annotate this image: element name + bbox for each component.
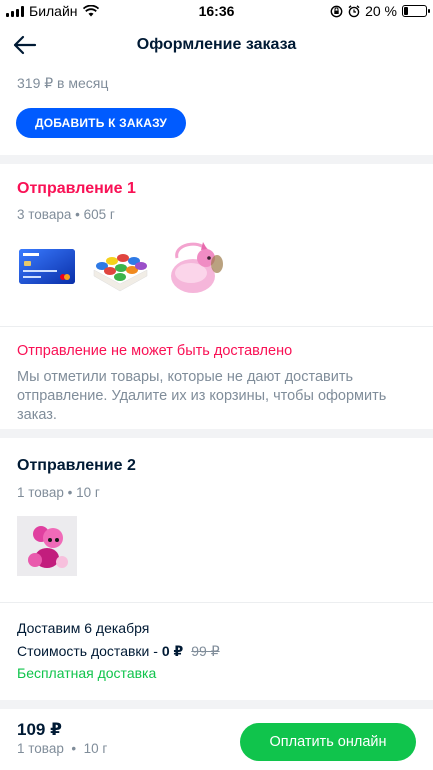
product-lol-doll[interactable]	[17, 516, 77, 576]
nav-header: Оформление заказа	[0, 26, 433, 66]
status-right: 20 %	[330, 3, 430, 19]
subscription-price: 319 ₽ в месяц	[17, 75, 109, 91]
pay-online-button[interactable]: Оплатить онлайн	[240, 723, 416, 761]
product-ozon-card[interactable]	[17, 236, 77, 296]
divider	[0, 326, 433, 327]
shipment-1-warning-text: Мы отметили товары, которые не дают дост…	[17, 369, 387, 423]
battery-icon	[402, 5, 430, 17]
section-separator	[0, 700, 433, 709]
add-to-order-button[interactable]: ДОБАВИТЬ К ЗАКАЗУ	[16, 108, 186, 138]
delivery-cost-value: 0 ₽	[161, 643, 184, 659]
shipment-1-meta: 3 товара • 605 г	[17, 207, 115, 222]
free-delivery-label: Бесплатная доставка	[17, 665, 157, 681]
status-bar: Билайн 16:36 20 %	[0, 0, 433, 22]
delivery-cost-label: Стоимость доставки -	[17, 643, 162, 659]
order-total: 109 ₽	[17, 720, 62, 739]
shipment-1-warning-title: Отправление не может быть доставлено	[17, 343, 293, 359]
order-total-meta: 1 товар • 10 г	[17, 741, 108, 756]
product-pony-bag[interactable]	[163, 236, 223, 296]
divider	[0, 602, 433, 603]
product-play-dough[interactable]	[90, 236, 150, 296]
section-separator	[0, 429, 433, 438]
page-title: Оформление заказа	[136, 36, 297, 53]
delivery-date: Доставим 6 декабря	[17, 620, 150, 636]
shipment-1-title: Отправление 1	[17, 180, 136, 197]
delivery-cost: Стоимость доставки - 0 ₽ 99 ₽	[17, 643, 220, 660]
section-separator	[0, 155, 433, 164]
shipment-2-title: Отправление 2	[17, 457, 136, 474]
shipment-2-meta: 1 товар • 10 г	[17, 485, 100, 500]
delivery-old-price: 99 ₽	[191, 643, 220, 659]
alarm-icon	[348, 4, 360, 17]
battery-percent: 20 %	[365, 3, 397, 19]
lock-rotation-icon	[330, 5, 343, 17]
